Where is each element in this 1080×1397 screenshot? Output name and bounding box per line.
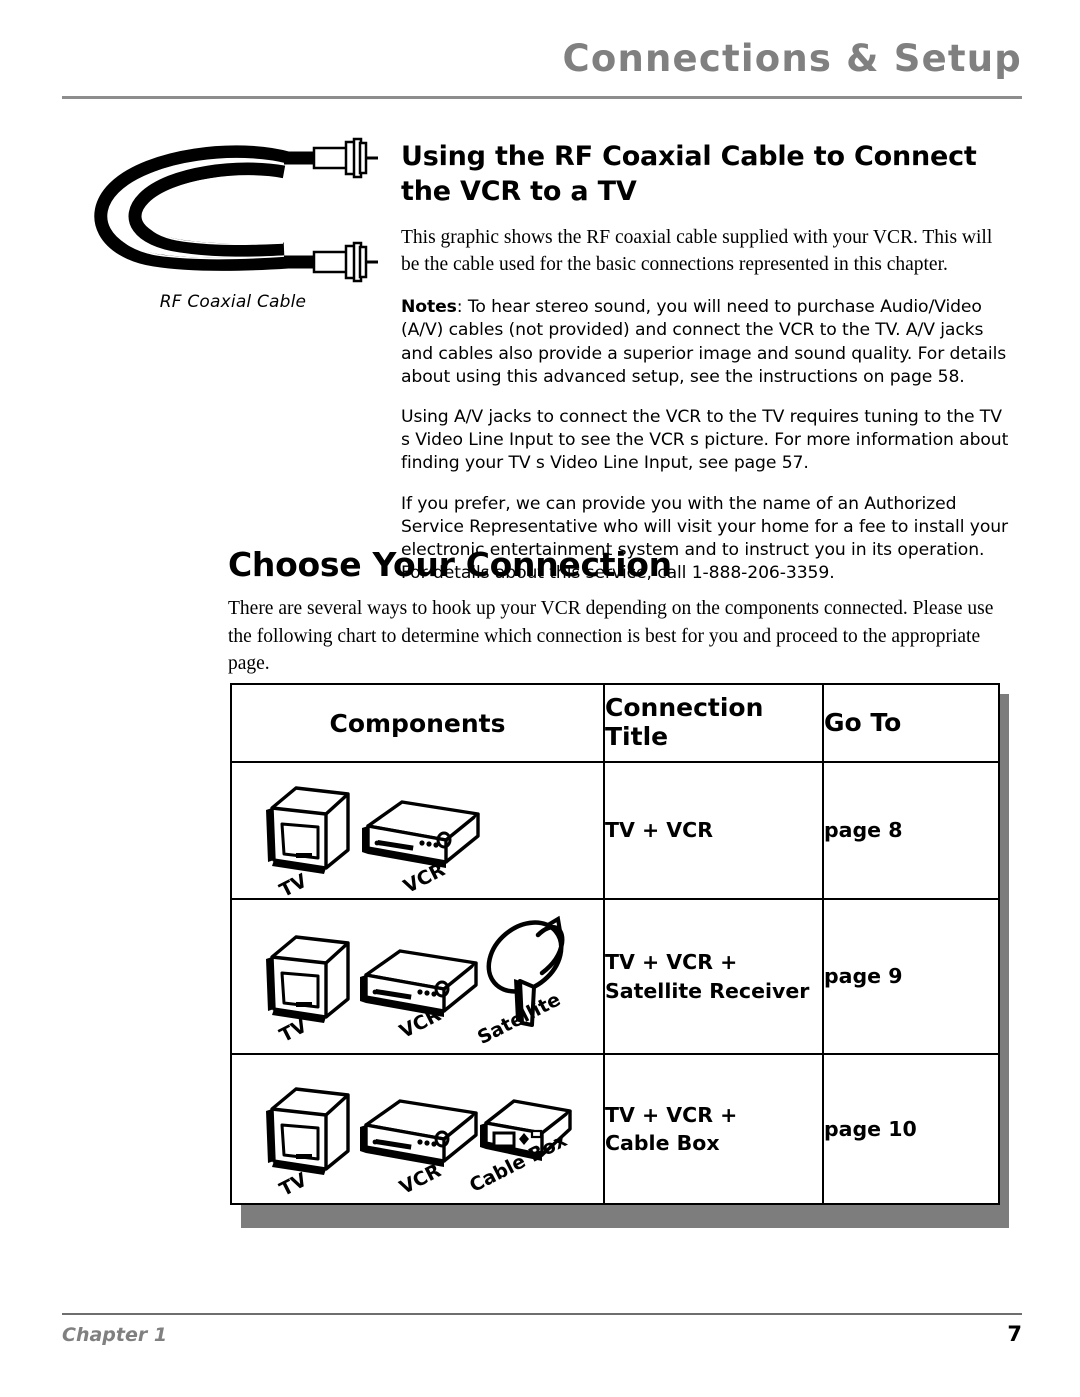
satellite-dish-icon-holder: Satellite: [474, 913, 596, 1053]
notes-body: : To hear stereo sound, you will need to…: [401, 297, 1007, 387]
column-header-connection-title-line1: Connection: [605, 693, 764, 723]
vcr-icon-holder: VCR: [356, 915, 478, 1053]
vcr-icon-holder: VCR: [356, 1073, 478, 1203]
tv-icon-holder: TV: [246, 915, 356, 1053]
tv-icon-holder: TV: [246, 1073, 356, 1203]
row-2-components-cell: TV VCR Satellite: [230, 898, 605, 1055]
section-text-column: Using the RF Coaxial Cable to Connect th…: [401, 140, 1011, 603]
cable-connector-bottom: [312, 241, 378, 283]
cable-connector-top: [312, 137, 378, 179]
running-header-title: Connections & Setup: [562, 37, 1022, 80]
row-3-connection-title-line1: TV + VCR +: [605, 1102, 738, 1127]
connection-chart-table: Components Connection Title Go To TV VCR…: [230, 683, 1000, 1205]
row-2-connection-title-line2: Satellite Receiver: [605, 978, 810, 1003]
footer-page-number: 7: [1007, 1322, 1022, 1346]
section-title: Using the RF Coaxial Cable to Connect th…: [401, 141, 977, 207]
page-footer: Chapter 1 7: [62, 1322, 1022, 1346]
row-2-go-to: page 9: [822, 898, 1000, 1055]
row-1-components-cell: TV VCR: [230, 761, 605, 902]
column-header-components: Components: [230, 683, 605, 763]
notes-label: Notes: [401, 297, 457, 318]
rf-coaxial-cable-figure: RF Coaxial Cable: [88, 136, 378, 312]
header-rule: [62, 96, 1022, 99]
row-1-connection-title-line1: TV + VCR: [605, 818, 713, 843]
av-jacks-paragraph: Using A/V jacks to connect the VCR to th…: [401, 407, 1009, 474]
row-3-connection-title: TV + VCR + Cable Box: [603, 1053, 824, 1205]
row-3-components-cell: TV VCR Cable Box: [230, 1053, 605, 1205]
tv-icon-holder: TV: [246, 778, 358, 902]
vcr-icon-holder: VCR: [358, 778, 486, 898]
row-2-connection-title-line1: TV + VCR +: [605, 950, 738, 975]
rf-coaxial-cable-icon: [94, 137, 378, 283]
row-1-connection-title: TV + VCR: [603, 761, 824, 900]
section-intro-paragraph: This graphic shows the RF coaxial cable …: [401, 227, 993, 275]
column-header-connection-title: Connection Title: [603, 683, 824, 763]
choose-your-connection-intro: There are several ways to hook up your V…: [228, 598, 994, 675]
row-2-connection-title: TV + VCR + Satellite Receiver: [603, 898, 824, 1055]
footer-rule: [62, 1313, 1022, 1315]
running-header: Connections & Setup: [62, 40, 1022, 77]
footer-chapter-label: Chapter 1: [62, 1324, 168, 1346]
connection-chart-wrap: Components Connection Title Go To TV VCR…: [230, 683, 1000, 1205]
choose-your-connection-title: Choose Your Connection: [228, 545, 672, 584]
row-1-go-to: page 8: [822, 761, 1000, 900]
tv-icon: [266, 786, 350, 874]
notes-paragraph: Notes: To hear stereo sound, you will ne…: [401, 296, 1011, 389]
row-3-connection-title-line2: Cable Box: [605, 1131, 720, 1155]
column-header-connection-title-line2: Title: [605, 722, 669, 751]
row-3-go-to: page 10: [822, 1053, 1000, 1205]
cable-box-icon-holder: Cable Box: [466, 1073, 596, 1203]
figure-caption: RF Coaxial Cable: [159, 292, 307, 312]
table-row: TV: [230, 898, 1000, 1055]
column-header-go-to: Go To: [822, 683, 1000, 763]
table-row: TV: [230, 1053, 1000, 1205]
table-header-row: Components Connection Title Go To: [230, 683, 1000, 763]
table-row: TV: [230, 761, 1000, 902]
tv-icon: [266, 1087, 350, 1175]
tv-icon: [266, 935, 350, 1023]
